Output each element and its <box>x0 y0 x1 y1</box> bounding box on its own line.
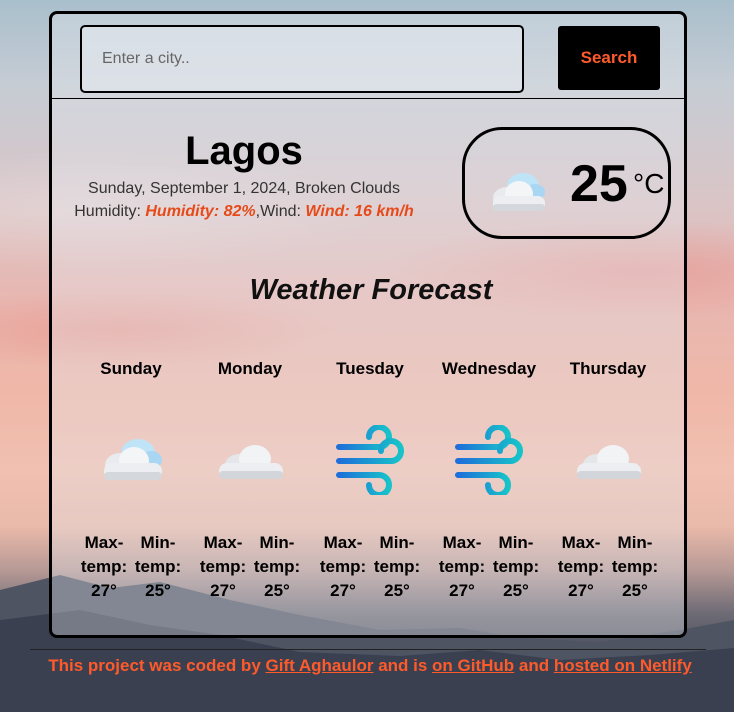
max-temp-value: 27° <box>210 581 236 600</box>
min-temp-label: Min-temp: <box>611 533 659 576</box>
humidity-label: Humidity: <box>74 203 146 220</box>
max-temp: Max-temp: 27° <box>556 531 606 603</box>
forecast-temperatures: Max-temp: 27° Min-temp: 25° <box>434 531 544 603</box>
max-temp-label: Max-temp: <box>438 533 486 576</box>
footer-text: This project was coded by <box>48 656 266 675</box>
max-temp-label: Max-temp: <box>557 533 605 576</box>
max-temp: Max-temp: 27° <box>198 531 248 603</box>
city-search-input[interactable] <box>80 25 524 93</box>
forecast-day: Sunday Max-temp: 27° Min-temp: 25° <box>76 359 186 603</box>
min-temp-label: Min-temp: <box>373 533 421 576</box>
humidity-value: Humidity: 82% <box>145 203 256 220</box>
footer: This project was coded by Gift Aghaulor … <box>40 654 700 678</box>
forecast-day-name: Thursday <box>569 359 647 378</box>
forecast-day-name: Sunday <box>100 359 162 378</box>
min-temp: Min-temp: 25° <box>610 531 660 603</box>
current-temperature-box: 25 °C <box>462 127 671 239</box>
overcast-clouds-icon <box>577 445 641 479</box>
max-temp: Max-temp: 27° <box>318 531 368 603</box>
min-temp-value: 25° <box>384 581 410 600</box>
min-temp: Min-temp: 25° <box>372 531 422 603</box>
humidity-wind-line: Humidity: Humidity: 82%,Wind: Wind: 16 k… <box>52 203 436 221</box>
search-bar: Search <box>52 14 684 99</box>
max-temp-label: Max-temp: <box>199 533 247 576</box>
forecast-temperatures: Max-temp: 27° Min-temp: 25° <box>315 531 425 603</box>
forecast-day: Thursday Max-temp: 27° Min-temp: 25° <box>553 359 663 603</box>
wind-label: ,Wind: <box>255 203 306 220</box>
max-temp-label: Max-temp: <box>80 533 128 576</box>
forecast-temperatures: Max-temp: 27° Min-temp: 25° <box>76 531 186 603</box>
forecast-day: Monday Max-temp: 27° Min-temp: 25° <box>195 359 305 603</box>
min-temp-value: 25° <box>264 581 290 600</box>
broken-clouds-icon <box>104 439 162 480</box>
wind-icon <box>455 425 523 495</box>
min-temp-label: Min-temp: <box>492 533 540 576</box>
min-temp-value: 25° <box>622 581 648 600</box>
forecast-day-name: Wednesday <box>441 359 537 378</box>
forecast-temperatures: Max-temp: 27° Min-temp: 25° <box>553 531 663 603</box>
temperature-unit: °C <box>633 168 665 199</box>
max-temp-value: 27° <box>449 581 475 600</box>
min-temp-value: 25° <box>145 581 171 600</box>
max-temp-label: Max-temp: <box>319 533 367 576</box>
broken-clouds-icon <box>493 173 545 211</box>
city-name: Lagos <box>185 129 303 173</box>
author-link[interactable]: Gift Aghaulor <box>266 656 374 675</box>
forecast-day: Wednesday Max-temp: 27° Min-temp: 25° <box>434 359 544 603</box>
date-description: Sunday, September 1, 2024, Broken Clouds <box>88 180 400 197</box>
search-button[interactable]: Search <box>558 26 660 90</box>
overcast-clouds-icon <box>219 445 283 479</box>
max-temp-value: 27° <box>91 581 117 600</box>
current-temperature: 25 <box>570 155 628 213</box>
max-temp-value: 27° <box>568 581 594 600</box>
max-temp-value: 27° <box>330 581 356 600</box>
max-temp: Max-temp: 27° <box>437 531 487 603</box>
forecast-day-name: Monday <box>217 359 283 378</box>
current-weather-details: Lagos Sunday, September 1, 2024, Broken … <box>52 129 436 221</box>
max-temp: Max-temp: 27° <box>79 531 129 603</box>
min-temp: Min-temp: 25° <box>133 531 183 603</box>
min-temp: Min-temp: 25° <box>491 531 541 603</box>
forecast-temperatures: Max-temp: 27° Min-temp: 25° <box>195 531 305 603</box>
weather-card: Search Lagos Sunday, September 1, 2024, … <box>49 11 687 638</box>
footer-text: and <box>514 656 554 675</box>
wind-value: Wind: 16 km/h <box>305 203 414 220</box>
min-temp-label: Min-temp: <box>134 533 182 576</box>
footer-divider <box>30 649 706 650</box>
min-temp-label: Min-temp: <box>253 533 301 576</box>
github-link[interactable]: on GitHub <box>432 656 514 675</box>
forecast-day: Tuesday Max-temp: 27° Min-temp: 25° <box>315 359 425 603</box>
footer-text: and is <box>373 656 433 675</box>
wind-icon <box>336 425 404 495</box>
forecast-day-name: Tuesday <box>336 359 404 378</box>
netlify-link[interactable]: hosted on Netlify <box>554 656 692 675</box>
min-temp-value: 25° <box>503 581 529 600</box>
min-temp: Min-temp: 25° <box>252 531 302 603</box>
forecast-title: Weather Forecast <box>249 274 493 306</box>
